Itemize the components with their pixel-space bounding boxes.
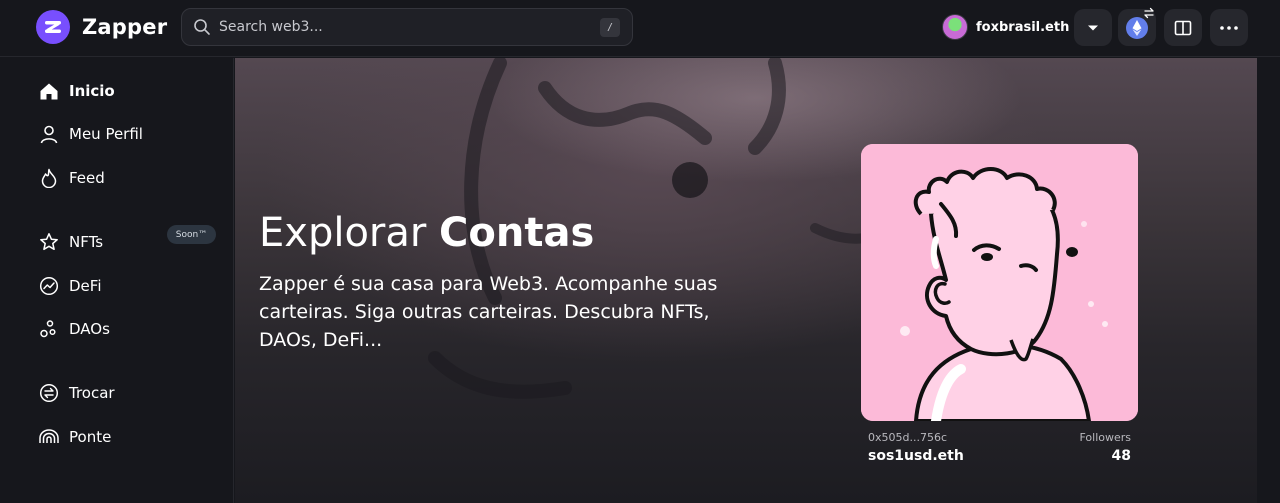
followers-label: Followers: [1079, 431, 1131, 444]
brand-name: Zapper: [82, 15, 168, 39]
chevron-down-icon: [1088, 25, 1098, 30]
book-open-icon: [1174, 20, 1192, 35]
page-right-edge: [1257, 58, 1280, 503]
sidebar-item-feed[interactable]: Feed: [38, 165, 105, 191]
sidebar-item-ponte[interactable]: Ponte: [38, 424, 111, 450]
sidebar-item-label: Meu Perfil: [69, 125, 143, 143]
swap-network-icon: [1144, 7, 1154, 19]
user-icon: [38, 123, 60, 145]
reading-panel-button[interactable]: [1164, 9, 1202, 46]
search-input[interactable]: [219, 15, 579, 39]
account-dropdown-button[interactable]: [1074, 9, 1112, 46]
explore-accounts-hero: Explorar Contas Zapper é sua casa para W…: [235, 58, 1257, 503]
swap-icon: [38, 382, 60, 404]
followers-count: 48: [1111, 448, 1131, 464]
flame-icon: [38, 167, 60, 189]
soon-badge: Soon™: [167, 225, 216, 244]
star-icon: [38, 231, 60, 253]
bridge-icon: [38, 426, 60, 448]
sidebar-item-label: NFTs: [69, 233, 104, 251]
account-nft-image[interactable]: [861, 144, 1138, 421]
trend-icon: [38, 275, 60, 297]
hero-description: Zapper é sua casa para Web3. Acompanhe s…: [259, 273, 718, 351]
zapper-logo[interactable]: Zapper: [36, 10, 167, 44]
title-light: Explorar: [259, 210, 440, 256]
sidebar-item-defi[interactable]: DeFi: [38, 273, 101, 299]
page-title: Explorar Contas: [259, 208, 594, 258]
sidebar-item-label: DAOs: [69, 320, 110, 338]
sidebar-item-inicio[interactable]: Inicio: [38, 78, 115, 104]
account-card-meta: 0x505d...756c sos1usd.eth Followers 48: [861, 431, 1138, 481]
search-icon: [194, 19, 210, 35]
account-button[interactable]: foxbrasil.eth: [942, 13, 1069, 41]
avatar: [942, 14, 968, 40]
sidebar-item-nfts[interactable]: NFTs: [38, 229, 103, 255]
account-name: foxbrasil.eth: [976, 19, 1070, 35]
dao-icon: [38, 318, 60, 340]
sidebar-item-trocar[interactable]: Trocar: [38, 380, 115, 406]
sidebar-item-daos[interactable]: DAOs: [38, 316, 110, 342]
title-bold: Contas: [439, 210, 595, 256]
sidebar-item-label: Trocar: [69, 384, 115, 402]
search-bar[interactable]: /: [181, 8, 633, 46]
search-shortcut-key: /: [600, 18, 620, 37]
home-icon: [38, 80, 60, 102]
zapper-logo-icon: [36, 10, 70, 44]
nft-character-illustration: [861, 144, 1138, 421]
featured-account-card[interactable]: 0x505d...756c sos1usd.eth Followers 48: [861, 144, 1138, 481]
sidebar: Inicio Meu Perfil Feed Soon™ NFTs DeFi D…: [0, 58, 234, 503]
sidebar-item-label: Inicio: [69, 82, 115, 100]
sidebar-item-label: DeFi: [69, 277, 102, 295]
top-bar: Zapper / foxbrasil.eth: [0, 0, 1280, 57]
network-button[interactable]: [1118, 7, 1156, 46]
more-horizontal-icon: [1220, 25, 1238, 30]
more-options-button[interactable]: [1210, 9, 1248, 46]
wallet-address: 0x505d...756c: [868, 431, 948, 444]
sidebar-item-label: Feed: [69, 169, 105, 187]
ens-name[interactable]: sos1usd.eth: [868, 448, 964, 464]
sidebar-item-meu-perfil[interactable]: Meu Perfil: [38, 121, 143, 147]
sidebar-item-label: Ponte: [69, 428, 112, 446]
